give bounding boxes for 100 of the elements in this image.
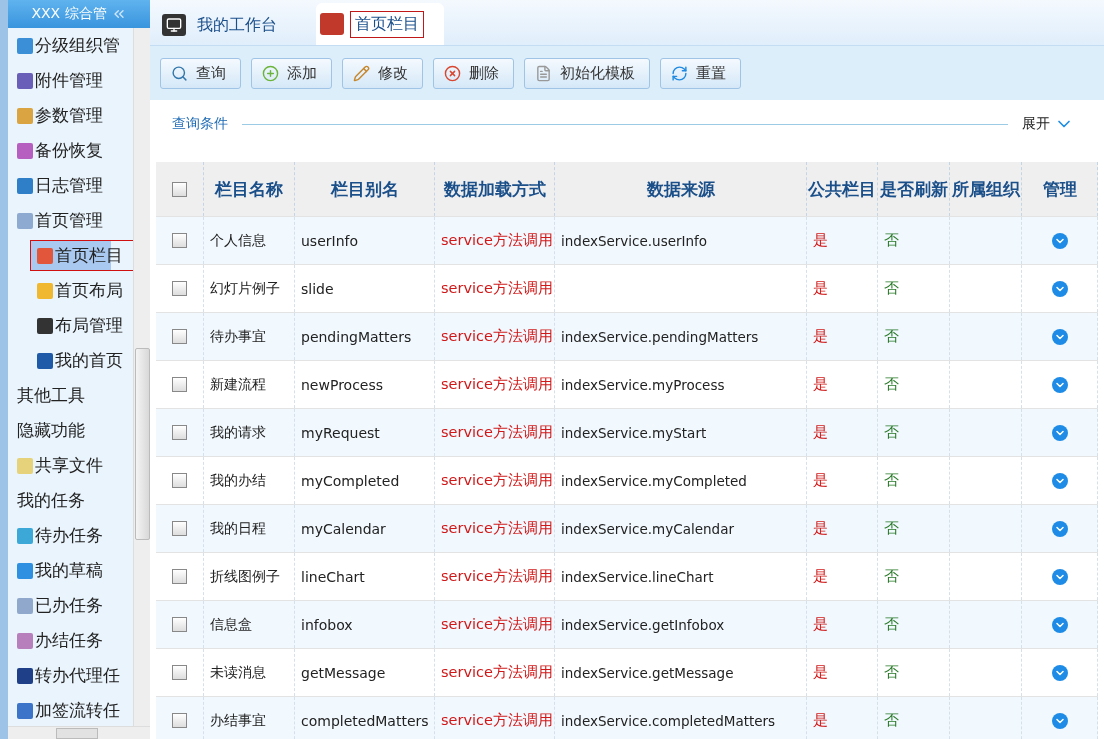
horizontal-scrollbar[interactable] xyxy=(8,726,150,739)
toolbar-button[interactable]: 重置 xyxy=(660,57,741,89)
checkbox[interactable] xyxy=(172,281,187,296)
table-cell: 新建流程 xyxy=(210,375,266,394)
table-cell: 否 xyxy=(884,711,899,730)
column-header: 栏目名称 xyxy=(204,162,295,216)
vertical-scrollbar[interactable] xyxy=(133,28,150,726)
table-cell: 是 xyxy=(813,471,828,490)
sidebar-item[interactable]: 我的首页 xyxy=(30,345,126,376)
sidebar-item[interactable]: 日志管理 xyxy=(10,170,106,201)
toolbar-button[interactable]: 删除 xyxy=(433,57,514,89)
checkbox[interactable] xyxy=(172,377,187,392)
sidebar-item[interactable]: 附件管理 xyxy=(10,65,106,96)
table-cell: service方法调用 xyxy=(441,567,553,586)
dropdown-button[interactable] xyxy=(1051,424,1068,441)
table-cell: 待办事宜 xyxy=(210,327,266,346)
table-cell: service方法调用 xyxy=(441,423,553,442)
table-cell: 否 xyxy=(884,663,899,682)
checkbox[interactable] xyxy=(172,665,187,680)
table-cell: slide xyxy=(301,280,334,297)
dropdown-button[interactable] xyxy=(1051,520,1068,537)
table-cell: indexService.completedMatters xyxy=(561,712,776,729)
tab[interactable]: 我的工作台 xyxy=(158,5,302,45)
sidebar-item[interactable]: 其他工具 xyxy=(10,380,88,411)
dropdown-button[interactable] xyxy=(1051,712,1068,729)
table-cell: 是 xyxy=(813,663,828,682)
checkbox[interactable] xyxy=(172,329,187,344)
sidebar-title: XXX 综合管 xyxy=(31,5,107,23)
table-cell: 是 xyxy=(813,615,828,634)
checkbox[interactable] xyxy=(172,233,187,248)
dropdown-button[interactable] xyxy=(1051,472,1068,489)
table-cell: 是 xyxy=(813,375,828,394)
sidebar-item[interactable]: 转办代理任 xyxy=(10,660,123,691)
tab-icon xyxy=(320,13,344,35)
dropdown-button[interactable] xyxy=(1051,232,1068,249)
table-cell: myCompleted xyxy=(301,472,400,489)
sidebar-item[interactable]: 分级组织管 xyxy=(10,30,123,61)
checkbox[interactable] xyxy=(172,181,187,197)
dropdown-button[interactable] xyxy=(1051,280,1068,297)
sidebar-item[interactable]: 首页布局 xyxy=(30,275,126,306)
toolbar-button[interactable]: 修改 xyxy=(342,57,423,89)
section-title: 查询条件 xyxy=(172,115,228,133)
pencil-icon xyxy=(353,64,370,82)
table-cell: 折线图例子 xyxy=(210,567,280,586)
table-cell: service方法调用 xyxy=(441,519,553,538)
table-cell: 是 xyxy=(813,519,828,538)
table-cell: 我的请求 xyxy=(210,423,266,442)
sidebar-item[interactable]: 我的任务 xyxy=(10,485,88,516)
table-cell: service方法调用 xyxy=(441,375,553,394)
table-cell: 否 xyxy=(884,519,899,538)
table-cell: indexService.getInfobox xyxy=(561,616,725,633)
column-header: 数据来源 xyxy=(555,162,807,216)
checkbox[interactable] xyxy=(172,713,187,728)
sidebar-item[interactable]: 参数管理 xyxy=(10,100,106,131)
dropdown-button[interactable] xyxy=(1051,616,1068,633)
sidebar-item[interactable]: 隐藏功能 xyxy=(10,415,88,446)
table-cell: 个人信息 xyxy=(210,231,266,250)
sidebar-item[interactable]: 已办任务 xyxy=(10,590,106,621)
table-cell: 否 xyxy=(884,567,899,586)
table-cell: myRequest xyxy=(301,424,380,441)
sidebar-item[interactable]: 我的草稿 xyxy=(10,555,106,586)
tab[interactable]: 首页栏目 xyxy=(316,3,444,45)
table-cell: pendingMatters xyxy=(301,328,412,345)
table-cell: myCalendar xyxy=(301,520,386,537)
dropdown-button[interactable] xyxy=(1051,328,1068,345)
table-cell: service方法调用 xyxy=(441,327,553,346)
table-cell: 否 xyxy=(884,231,899,250)
sidebar-item[interactable]: 加签流转任 xyxy=(10,695,123,726)
table-cell: 办结事宜 xyxy=(210,711,266,730)
table-cell: 未读消息 xyxy=(210,663,266,682)
sidebar-item[interactable]: 首页管理 xyxy=(10,205,106,236)
table-cell: indexService.getMessage xyxy=(561,664,734,681)
table-cell: completedMatters xyxy=(301,712,429,729)
dropdown-button[interactable] xyxy=(1051,568,1068,585)
sidebar-item[interactable]: 备份恢复 xyxy=(10,135,106,166)
checkbox[interactable] xyxy=(172,473,187,488)
dropdown-button[interactable] xyxy=(1051,664,1068,681)
toolbar-button[interactable]: 查询 xyxy=(160,57,241,89)
table-cell: indexService.myCompleted xyxy=(561,472,747,489)
checkbox[interactable] xyxy=(172,521,187,536)
table-cell: 是 xyxy=(813,567,828,586)
column-header: 公共栏目 xyxy=(807,162,878,216)
toolbar-button[interactable]: 添加 xyxy=(251,57,332,89)
table-cell: 否 xyxy=(884,327,899,346)
sidebar-item[interactable]: 待办任务 xyxy=(10,520,106,551)
sidebar-item[interactable]: 布局管理 xyxy=(30,310,126,341)
checkbox[interactable] xyxy=(172,425,187,440)
dropdown-button[interactable] xyxy=(1051,376,1068,393)
sidebar-item[interactable]: 共享文件 xyxy=(10,450,106,481)
toolbar-button[interactable]: 初始化模板 xyxy=(524,57,650,89)
monitor-icon xyxy=(162,14,186,36)
table-cell: service方法调用 xyxy=(441,615,553,634)
checkbox[interactable] xyxy=(172,617,187,632)
document-icon xyxy=(535,64,552,82)
column-header: 所属组织 xyxy=(950,162,1022,216)
table-cell: getMessage xyxy=(301,664,386,681)
checkbox[interactable] xyxy=(172,569,187,584)
table-cell: 否 xyxy=(884,423,899,442)
expand-link[interactable]: 展开 xyxy=(1022,114,1074,134)
sidebar-item[interactable]: 办结任务 xyxy=(10,625,106,656)
